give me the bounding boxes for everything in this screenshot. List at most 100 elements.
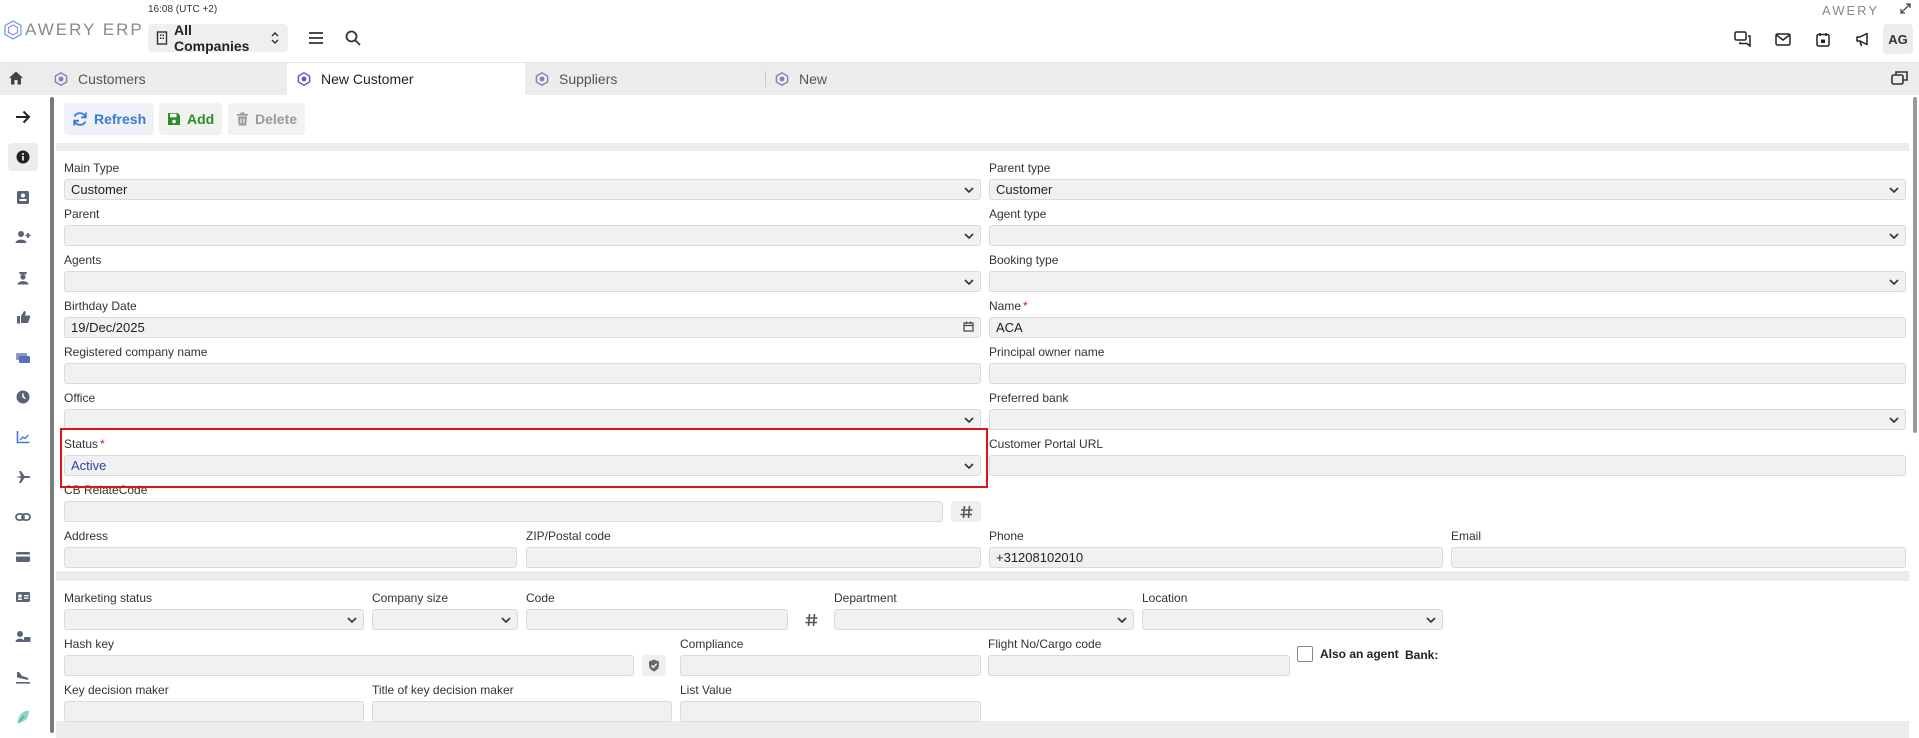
chat-icon[interactable] <box>1723 25 1763 53</box>
id-card-icon[interactable] <box>8 583 38 611</box>
arrow-right-icon[interactable] <box>8 103 38 131</box>
clock-icon[interactable] <box>8 383 38 411</box>
registered-company-name-input[interactable] <box>64 363 981 384</box>
tab-suppliers[interactable]: Suppliers <box>525 63 765 95</box>
principal-owner-name-input[interactable] <box>989 363 1906 384</box>
parent-label: Parent <box>64 207 100 221</box>
parent-select[interactable] <box>64 225 981 246</box>
key-decision-maker-input[interactable] <box>64 701 364 722</box>
chevron-down-icon <box>1117 617 1127 624</box>
main-type-label: Main Type <box>64 161 120 175</box>
calendar-icon[interactable] <box>1803 25 1843 53</box>
also-agent-checkbox[interactable] <box>1297 646 1313 662</box>
tab-label: Suppliers <box>559 71 618 87</box>
hamburger-menu-button[interactable] <box>304 27 328 49</box>
compliance-input[interactable] <box>680 655 981 676</box>
birthday-date-input[interactable]: 19/Dec/2025 <box>64 317 981 338</box>
code-input[interactable] <box>526 609 788 630</box>
tab-new-customer[interactable]: New Customer <box>287 63 525 95</box>
hash-key-input[interactable] <box>64 655 634 676</box>
phone-input[interactable]: +31208102010 <box>989 547 1443 568</box>
registered-company-name-label: Registered company name <box>64 345 208 359</box>
home-tab[interactable] <box>8 70 24 91</box>
add-button[interactable]: Add <box>159 103 223 135</box>
avatar[interactable]: AG <box>1883 24 1913 54</box>
card-icon[interactable] <box>8 543 38 571</box>
customer-portal-url-label: Customer Portal URL <box>989 437 1104 451</box>
plane-icon[interactable] <box>8 463 38 491</box>
link-icon[interactable] <box>8 503 38 531</box>
title-key-decision-maker-input[interactable] <box>372 701 672 722</box>
hash-icon <box>960 505 972 518</box>
phone-value: +31208102010 <box>996 550 1084 565</box>
shield-check-icon <box>649 659 659 672</box>
chevron-down-icon <box>964 417 974 424</box>
email-input[interactable] <box>1451 547 1906 568</box>
generate-code-button[interactable] <box>951 501 981 522</box>
preferred-bank-select[interactable] <box>989 409 1906 430</box>
cb-relate-code-input[interactable] <box>64 501 943 522</box>
birthday-date-label: Birthday Date <box>64 299 137 313</box>
side-scrollbar[interactable] <box>50 97 54 733</box>
customer-portal-url-input[interactable] <box>989 455 1906 476</box>
company-selector[interactable]: All Companies <box>148 22 288 54</box>
agent-icon[interactable] <box>8 263 38 291</box>
name-label-text: Name <box>989 299 1022 313</box>
main-scrollbar[interactable] <box>1913 97 1917 433</box>
megaphone-icon[interactable] <box>1843 25 1883 53</box>
chevron-down-icon <box>964 279 974 286</box>
restore-window-icon[interactable] <box>1891 70 1909 91</box>
flight-no-input[interactable] <box>988 655 1290 676</box>
main-type-select[interactable]: Customer <box>64 179 981 200</box>
tab-customers[interactable]: Customers <box>44 63 287 95</box>
agent-type-select[interactable] <box>989 225 1906 246</box>
agents-select[interactable] <box>64 271 981 292</box>
generate-code-button[interactable] <box>796 609 826 630</box>
users-chat-icon[interactable] <box>8 623 38 651</box>
marketing-status-select[interactable] <box>64 609 364 630</box>
tab-bar: Customers New Customer Suppliers New <box>0 63 1919 95</box>
hexagon-icon <box>297 72 311 86</box>
company-size-select[interactable] <box>372 609 518 630</box>
payment-icon[interactable] <box>8 343 38 371</box>
top-icons: AG <box>1723 24 1919 54</box>
logo[interactable]: AWERY ERP <box>4 20 144 40</box>
chevron-down-icon <box>964 187 974 194</box>
chart-icon[interactable] <box>8 423 38 451</box>
search-button[interactable] <box>342 27 366 49</box>
expand-icon[interactable] <box>1900 3 1911 17</box>
add-user-icon[interactable] <box>8 223 38 251</box>
delete-button[interactable]: Delete <box>228 103 306 135</box>
office-select[interactable] <box>64 409 981 430</box>
address-input[interactable] <box>64 547 517 568</box>
chevron-down-icon <box>1889 187 1899 194</box>
department-select[interactable] <box>834 609 1134 630</box>
agents-label: Agents <box>64 253 102 267</box>
agent-type-label: Agent type <box>989 207 1047 221</box>
list-value-input[interactable] <box>680 701 981 722</box>
leaf-icon[interactable] <box>8 703 38 731</box>
hash-icon <box>805 613 817 626</box>
name-input[interactable]: ACA <box>989 317 1906 338</box>
zip-input[interactable] <box>526 547 981 568</box>
mail-icon[interactable] <box>1763 25 1803 53</box>
chevron-down-icon <box>1889 417 1899 424</box>
location-select[interactable] <box>1142 609 1443 630</box>
refresh-label: Refresh <box>94 111 147 127</box>
compliance-label: Compliance <box>680 637 744 651</box>
booking-type-select[interactable] <box>989 271 1906 292</box>
chevron-down-icon <box>1889 233 1899 240</box>
info-icon[interactable] <box>8 143 38 171</box>
refresh-button[interactable]: Refresh <box>64 103 155 135</box>
main-type-value: Customer <box>71 182 128 197</box>
plane-landing-icon[interactable] <box>8 663 38 691</box>
generate-hash-button[interactable] <box>642 655 666 676</box>
parent-type-select[interactable]: Customer <box>989 179 1906 200</box>
hamburger-icon <box>309 32 323 44</box>
hexagon-icon <box>775 72 789 86</box>
calendar-icon[interactable] <box>963 321 974 332</box>
chevron-down-icon <box>1426 617 1436 624</box>
thumbs-up-icon[interactable] <box>8 303 38 331</box>
contact-card-icon[interactable] <box>8 183 38 211</box>
tab-new[interactable]: New <box>765 63 1005 95</box>
